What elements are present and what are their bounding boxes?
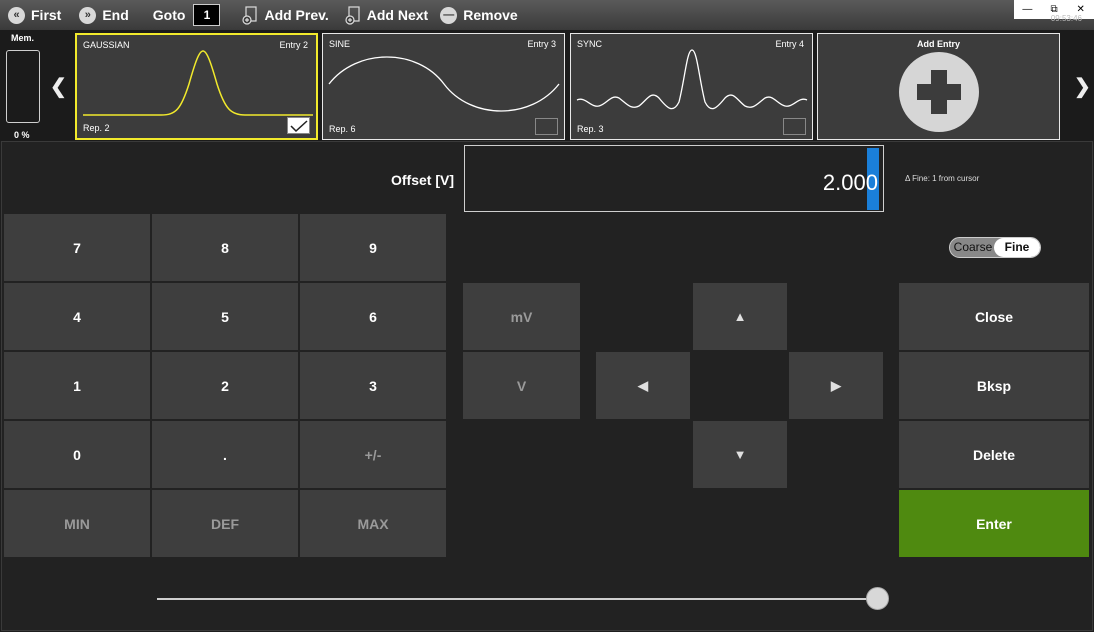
offset-value-main: 2.00 [822, 170, 866, 195]
offset-label: Offset [V] [391, 172, 454, 188]
key-8[interactable]: 8 [152, 214, 298, 281]
double-chevron-left-icon: « [8, 6, 25, 24]
value-slider-track[interactable] [157, 598, 884, 600]
add-prev-button[interactable]: Add Prev. [236, 0, 334, 30]
entry-checkbox[interactable] [535, 118, 558, 135]
key-min[interactable]: MIN [4, 490, 150, 557]
end-button[interactable]: » End [73, 0, 134, 30]
key-6[interactable]: 6 [300, 283, 446, 350]
scroll-left-chevron-icon[interactable]: ❮ [50, 74, 67, 99]
arrow-right-icon[interactable]: ▶ [789, 352, 883, 419]
arrow-down-icon[interactable]: ▼ [693, 421, 787, 488]
key-5[interactable]: 5 [152, 283, 298, 350]
offset-value-cursor-digit: 0 [865, 170, 878, 195]
plus-circle-icon [899, 52, 979, 132]
add-entry-label: Add Entry [916, 39, 960, 49]
memory-percent: 0 % [14, 130, 30, 140]
arrow-up-icon[interactable]: ▲ [693, 283, 787, 350]
backspace-button[interactable]: Bksp [899, 352, 1089, 419]
double-chevron-right-icon: » [79, 6, 97, 24]
first-label: First [31, 7, 62, 23]
gaussian-waveform-icon [83, 50, 313, 116]
remove-label: Remove [463, 7, 518, 23]
entry-card-gaussian[interactable]: GAUSSIAN Entry 2 Rep. 2 [75, 33, 318, 140]
entry-checkbox[interactable] [783, 118, 806, 135]
memory-label: Mem. [11, 33, 35, 43]
coarse-option[interactable]: Coarse [950, 238, 996, 257]
entries-strip: Mem. 0 % ❮ GAUSSIAN Entry 2 Rep. 2 SINE … [0, 30, 1094, 141]
key-0[interactable]: 0 [4, 421, 150, 488]
key-9[interactable]: 9 [300, 214, 446, 281]
key-def[interactable]: DEF [152, 490, 298, 557]
entry-rep: Rep. 6 [329, 124, 356, 134]
end-label: End [102, 7, 129, 23]
goto-input[interactable]: 1 [193, 4, 221, 26]
entry-checkbox[interactable] [287, 117, 310, 134]
minimize-button[interactable]: — [1014, 0, 1041, 19]
value-slider-thumb[interactable] [865, 587, 889, 610]
key-decimal[interactable]: . [152, 421, 298, 488]
top-toolbar: « First » End Goto 1 Add Prev. Add Next … [0, 0, 1094, 30]
clock-readout: 09:53:46 [1050, 14, 1082, 23]
add-next-label: Add Next [366, 7, 429, 23]
close-button[interactable]: Close [899, 283, 1089, 350]
sinc-waveform-icon [576, 49, 808, 110]
entry-rep: Rep. 2 [83, 123, 110, 133]
entry-card-sync[interactable]: SYNC Entry 4 Rep. 3 [570, 33, 813, 140]
checkmark-icon [290, 120, 308, 133]
goto-control: Goto 1 [147, 0, 227, 30]
arrow-left-icon[interactable]: ◀ [596, 352, 690, 419]
add-document-before-icon [242, 6, 258, 25]
entry-rep: Rep. 3 [577, 124, 604, 134]
add-prev-label: Add Prev. [264, 7, 329, 23]
offset-value: 2.000 [823, 170, 878, 196]
add-next-button[interactable]: Add Next [339, 0, 434, 30]
enter-button[interactable]: Enter [899, 490, 1089, 557]
first-button[interactable]: « First [2, 0, 67, 30]
minus-circle-icon: — [440, 6, 458, 24]
key-plus-minus[interactable]: +/- [300, 421, 446, 488]
sine-waveform-icon [328, 56, 560, 112]
key-4[interactable]: 4 [4, 283, 150, 350]
goto-label: Goto [152, 7, 186, 23]
unit-v-button[interactable]: V [463, 352, 580, 419]
coarse-fine-toggle[interactable]: Coarse Fine [949, 237, 1041, 258]
key-1[interactable]: 1 [4, 352, 150, 419]
fine-step-note: Δ Fine: 1 from cursor [905, 174, 980, 183]
memory-gauge [6, 50, 40, 123]
key-3[interactable]: 3 [300, 352, 446, 419]
key-max[interactable]: MAX [300, 490, 446, 557]
key-7[interactable]: 7 [4, 214, 150, 281]
remove-button[interactable]: — Remove [434, 0, 523, 30]
key-2[interactable]: 2 [152, 352, 298, 419]
offset-value-field[interactable]: 2.000 [464, 145, 884, 212]
add-entry-card[interactable]: Add Entry [817, 33, 1060, 140]
scroll-right-chevron-icon[interactable]: ❯ [1074, 74, 1091, 99]
add-document-after-icon [345, 6, 360, 25]
entry-card-sine[interactable]: SINE Entry 3 Rep. 6 [322, 33, 565, 140]
delete-button[interactable]: Delete [899, 421, 1089, 488]
unit-mv-button[interactable]: mV [463, 283, 580, 350]
fine-option[interactable]: Fine [994, 238, 1040, 257]
